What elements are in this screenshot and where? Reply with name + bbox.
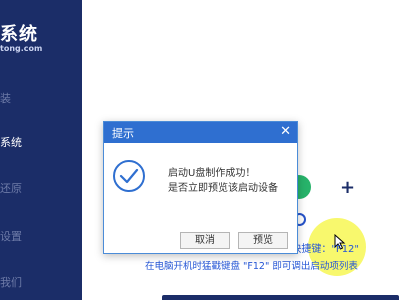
sidebar-item-about[interactable]: 我们	[0, 272, 82, 294]
bottom-button-left[interactable]	[162, 295, 282, 300]
prompt-dialog: 提示 ✕ 启动U盘制作成功！ 是否立即预览该启动设备 取消 预览	[103, 121, 298, 254]
dialog-message-line2: 是否立即预览该启动设备	[168, 183, 278, 194]
plus-icon[interactable]: +	[340, 178, 355, 198]
close-icon[interactable]: ✕	[280, 124, 291, 139]
dialog-message-line1: 启动U盘制作成功！	[168, 168, 256, 179]
sidebar-item-restore[interactable]: 还原	[0, 178, 82, 200]
boot-key-hint: 在电脑开机时猛戳键盘 "F12" 即可调出启动项列表	[145, 261, 358, 272]
sidebar: 系统 tong.com 装 系统 还原 设置 我们	[0, 0, 82, 300]
sidebar-item-install[interactable]: 装	[0, 88, 82, 110]
brand-url: tong.com	[0, 44, 43, 53]
dialog-title: 提示	[112, 127, 134, 140]
brand-title: 系统	[0, 24, 38, 45]
bottom-button-right[interactable]	[278, 295, 399, 300]
sidebar-item-settings[interactable]: 设置	[0, 226, 82, 248]
cancel-button[interactable]: 取消	[180, 232, 230, 249]
success-check-icon	[113, 160, 145, 192]
dialog-header: 提示 ✕	[104, 122, 297, 143]
preview-button[interactable]: 预览	[238, 232, 288, 249]
sidebar-item-system[interactable]: 系统	[0, 132, 82, 154]
